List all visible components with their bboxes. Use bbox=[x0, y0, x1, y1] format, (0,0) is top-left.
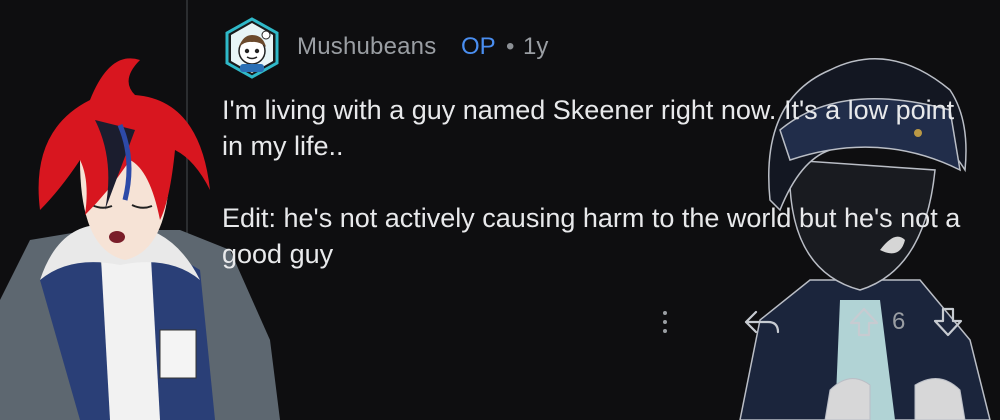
reply-arrow-icon[interactable] bbox=[742, 306, 782, 338]
comment-paragraph-edit: Edit: he's not actively causing harm to … bbox=[222, 203, 961, 269]
meta-separator: • bbox=[506, 33, 515, 60]
comment-age: 1y bbox=[523, 33, 549, 60]
vertical-ellipsis-icon bbox=[663, 311, 667, 315]
more-options-button[interactable] bbox=[652, 304, 678, 340]
downvote-arrow-icon[interactable] bbox=[932, 306, 964, 338]
user-avatar[interactable] bbox=[221, 17, 283, 79]
username-link[interactable]: Mushubeans bbox=[297, 33, 436, 61]
op-badge: OP bbox=[461, 33, 496, 60]
vote-count: 6 bbox=[892, 308, 906, 335]
upvote-arrow-icon[interactable] bbox=[848, 306, 880, 338]
reddit-snoo-avatar-icon bbox=[225, 17, 279, 79]
comment-paragraph: I'm living with a guy named Skeener righ… bbox=[222, 95, 955, 161]
comment-body: I'm living with a guy named Skeener righ… bbox=[222, 92, 962, 272]
